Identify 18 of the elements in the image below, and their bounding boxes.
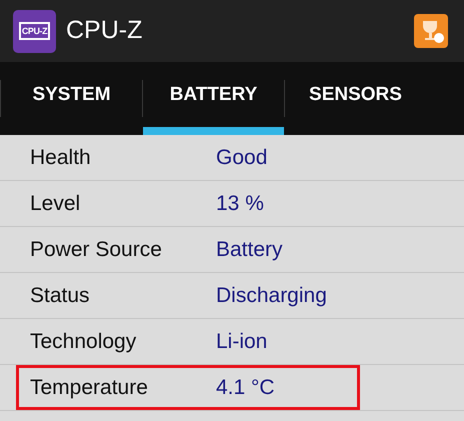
tab[interactable]: BATTERY [143, 62, 284, 135]
field-value: 4.1 °C [216, 374, 275, 401]
field-label: Technology [30, 328, 138, 355]
field-label: Level [30, 190, 82, 217]
field-value: Discharging [216, 282, 327, 309]
app-logo-icon: CPU-Z [13, 10, 56, 52]
field-label: Power Source [30, 236, 163, 263]
field-label: Health [30, 144, 92, 171]
tab[interactable]: SYSTEM [1, 62, 142, 135]
field-label: Status [30, 282, 91, 309]
field-value: Battery [216, 236, 283, 263]
tab[interactable]: SENSORS [285, 62, 426, 135]
field-value: 13 % [216, 190, 264, 217]
field-value: Li-ion [216, 328, 268, 355]
field-value: Good [216, 144, 268, 171]
trophy-icon[interactable] [414, 14, 448, 48]
field-label: Temperature [30, 374, 149, 401]
app-title: CPU-Z [66, 15, 144, 46]
